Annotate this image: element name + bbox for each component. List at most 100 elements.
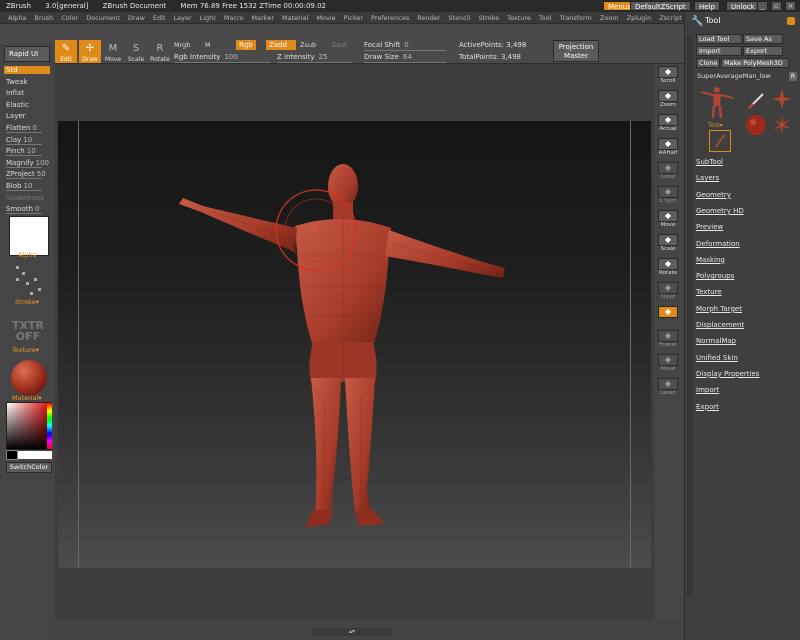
menu-zscript[interactable]: Zscript <box>659 14 682 22</box>
menu-material[interactable]: Material <box>282 14 308 22</box>
draw-button[interactable]: ✢ Draw <box>79 40 101 63</box>
brush-pinch[interactable]: Pinch 10 <box>6 147 42 157</box>
draw-size-track[interactable] <box>364 62 446 63</box>
brush-blob[interactable]: Blob 10 <box>6 182 42 191</box>
hue-strip[interactable] <box>47 403 52 449</box>
import-button[interactable]: Import <box>696 46 742 56</box>
subpalette-polygroups[interactable]: Polygroups <box>696 272 734 280</box>
subpalette-display-properties[interactable]: Display Properties <box>696 370 759 378</box>
rgb-intensity-track[interactable] <box>174 62 270 63</box>
secondary-color-swatch[interactable] <box>6 450 18 460</box>
brush-slider-track[interactable] <box>6 143 42 145</box>
menu-zoom[interactable]: Zoom <box>600 14 619 22</box>
simple-brush-thumbnail[interactable] <box>745 90 767 112</box>
z-intensity-track[interactable] <box>277 62 353 63</box>
rapid-ui-button[interactable]: Rapid UI <box>4 46 50 62</box>
edit-button[interactable]: ✎ Edit <box>55 40 77 63</box>
subpalette-preview[interactable]: Preview <box>696 223 723 231</box>
subpalette-layers[interactable]: Layers <box>696 174 719 182</box>
restore-icon[interactable]: ▫ <box>771 1 782 11</box>
export-button[interactable]: Export <box>743 46 783 56</box>
menu-macro[interactable]: Macro <box>224 14 244 22</box>
default-zscript-button[interactable]: DefaultZScript <box>630 1 691 11</box>
menu-marker[interactable]: Marker <box>252 14 274 22</box>
close-icon[interactable]: × <box>785 1 796 11</box>
brush-std[interactable]: Std <box>4 66 50 74</box>
z-intensity-slider[interactable]: Z Intensity 25 <box>277 53 327 61</box>
material-label[interactable]: Material▾ <box>12 394 42 402</box>
tool-palette-title[interactable]: 🔧 Tool <box>687 14 799 28</box>
current-tool-name[interactable]: SuperAverageMan_low R <box>697 72 797 81</box>
menu-color[interactable]: Color <box>61 14 78 22</box>
scale-button[interactable]: S Scale <box>125 40 147 64</box>
rotate-button[interactable]: R Rotate <box>149 40 171 64</box>
shelf-button-rotate[interactable]: ◆ Rotate <box>656 258 680 280</box>
bottom-tray-handle[interactable]: ▴▾ <box>312 628 392 636</box>
color-picker[interactable] <box>6 402 52 450</box>
brush-tweak[interactable]: Tweak <box>6 78 28 86</box>
tool-caption[interactable]: Tool▾ <box>708 122 723 129</box>
focal-shift-slider[interactable]: Focal Shift 0 <box>364 41 409 49</box>
zcut-button[interactable]: Zcut <box>332 41 347 49</box>
make-polymesh3d-button[interactable]: Make PolyMesh3D <box>721 58 789 68</box>
projection-master-button[interactable]: Projection Master <box>553 40 599 62</box>
human-model-mesh[interactable] <box>173 156 513 536</box>
subpalette-geometry-hd[interactable]: Geometry HD <box>696 207 744 215</box>
mrgb-button[interactable]: Mrgb <box>174 41 190 49</box>
subpalette-export[interactable]: Export <box>696 403 719 411</box>
material-sphere-icon[interactable] <box>11 360 47 396</box>
brush-inflat[interactable]: Inflat <box>6 89 24 97</box>
subpalette-morph-target[interactable]: Morph Target <box>696 305 742 313</box>
menu-zplugin[interactable]: Zplugin <box>627 14 652 22</box>
menu-stencil[interactable]: Stencil <box>448 14 470 22</box>
subpalette-displacement[interactable]: Displacement <box>696 321 744 329</box>
menu-edit[interactable]: Edit <box>153 14 166 22</box>
subpalette-deformation[interactable]: Deformation <box>696 240 740 248</box>
menu-tool[interactable]: Tool <box>539 14 552 22</box>
brush-clay[interactable]: Clay 10 <box>6 136 42 145</box>
subpalette-subtool[interactable]: SubTool <box>696 158 723 166</box>
shelf-button-lasso[interactable]: ◆ Lasso <box>656 378 680 400</box>
subpalette-texture[interactable]: Texture <box>696 288 722 296</box>
brush-slider-track[interactable] <box>6 190 42 191</box>
brush-slider-track[interactable] <box>6 166 42 168</box>
menu-movie[interactable]: Movie <box>316 14 335 22</box>
menu-render[interactable]: Render <box>417 14 440 22</box>
menu-brush[interactable]: Brush <box>34 14 53 22</box>
subpalette-geometry[interactable]: Geometry <box>696 191 731 199</box>
rgb-intensity-slider[interactable]: Rgb Intensity 100 <box>174 53 238 61</box>
move-button[interactable]: M Move <box>102 40 124 64</box>
selected-tool-thumbnail[interactable] <box>709 130 731 152</box>
clone-button[interactable]: Clone <box>696 58 720 68</box>
man-tool-thumbnail[interactable] <box>697 82 737 122</box>
stroke-dots-icon[interactable] <box>12 262 46 302</box>
menu-layer[interactable]: Layer <box>174 14 192 22</box>
load-tool-button[interactable]: Load Tool <box>696 34 742 44</box>
main-color-swatch[interactable] <box>18 451 52 459</box>
rgb-button[interactable]: Rgb <box>236 40 256 50</box>
shelf-button-scroll[interactable]: ◆ Scroll <box>656 66 680 88</box>
brush-elastic[interactable]: Elastic <box>6 101 29 109</box>
spiky-tool-thumbnail[interactable] <box>771 114 793 136</box>
menu-stroke[interactable]: Stroke <box>478 14 499 22</box>
subpalette-masking[interactable]: Masking <box>696 256 725 264</box>
shelf-button-scale[interactable]: ◆ Scale <box>656 234 680 256</box>
unlock-button[interactable]: Unlock <box>726 1 760 11</box>
color-swatches[interactable] <box>6 450 52 460</box>
document-canvas[interactable] <box>58 121 651 568</box>
help-button[interactable]: Help <box>694 1 720 11</box>
zsub-button[interactable]: Zsub <box>300 41 316 49</box>
subpalette-unified-skin[interactable]: Unified Skin <box>696 354 738 362</box>
brush-smooth[interactable]: Smooth 0 <box>6 205 42 215</box>
menu-draw[interactable]: Draw <box>128 14 145 22</box>
brush-slider-track[interactable] <box>6 213 42 215</box>
draw-size-slider[interactable]: Draw Size 64 <box>364 53 412 61</box>
subpalette-import[interactable]: Import <box>696 386 719 394</box>
shelf-button-move[interactable]: ◆ Move <box>656 354 680 376</box>
alpha-label[interactable]: Alpha <box>18 251 36 259</box>
menu-transform[interactable]: Transform <box>560 14 592 22</box>
minimize-icon[interactable]: _ <box>757 1 768 11</box>
brush-snakehook[interactable]: Snakehook <box>6 194 44 202</box>
brush-zproject[interactable]: ZProject 50 <box>6 170 46 180</box>
menu-document[interactable]: Document <box>86 14 120 22</box>
